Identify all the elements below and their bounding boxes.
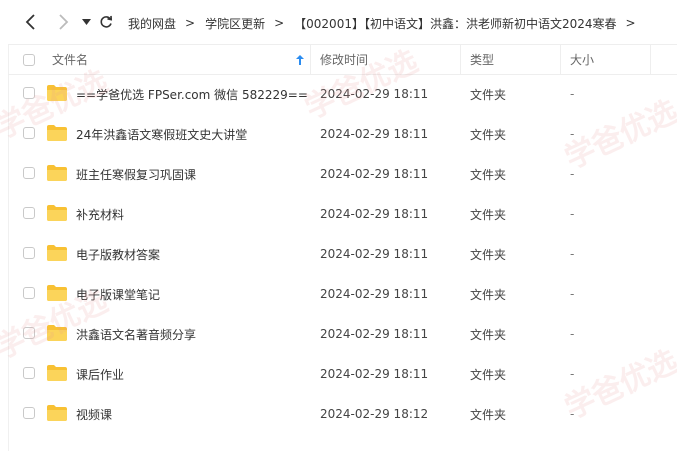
triangle-down-icon xyxy=(81,18,91,25)
row-checkbox[interactable] xyxy=(23,207,35,219)
history-dropdown-button[interactable] xyxy=(75,11,97,33)
file-row[interactable]: 洪鑫语文名著音频分享 2024-02-29 18:11 文件夹 - xyxy=(8,314,677,354)
file-type: 文件夹 xyxy=(470,327,507,342)
refresh-icon xyxy=(100,15,113,28)
breadcrumb: 我的网盘 > 学院区更新 > 【002001】【初中语文】洪鑫：洪老师新初中语文… xyxy=(128,13,646,33)
file-list-header: 文件名 修改时间 类型 大小 xyxy=(8,44,677,75)
refresh-button[interactable] xyxy=(95,11,117,33)
column-divider[interactable] xyxy=(310,45,311,74)
file-size: - xyxy=(570,167,575,181)
file-modified-time: 2024-02-29 18:11 xyxy=(320,167,429,181)
row-checkbox[interactable] xyxy=(23,287,35,299)
file-size: - xyxy=(570,287,575,301)
file-name[interactable]: ==学爸优选 FPSer.com 微信 582229== xyxy=(76,74,308,114)
folder-icon xyxy=(47,285,67,301)
folder-icon xyxy=(47,85,67,101)
file-type: 文件夹 xyxy=(470,167,507,182)
file-size: - xyxy=(570,127,575,141)
file-row[interactable]: 电子版课堂笔记 2024-02-29 18:11 文件夹 - xyxy=(8,274,677,314)
file-type: 文件夹 xyxy=(470,247,507,262)
file-modified-time: 2024-02-29 18:11 xyxy=(320,207,429,221)
folder-icon xyxy=(47,165,67,181)
column-divider[interactable] xyxy=(560,45,561,74)
folder-icon xyxy=(47,205,67,221)
file-modified-time: 2024-02-29 18:11 xyxy=(320,327,429,341)
file-size: - xyxy=(570,87,575,101)
file-name[interactable]: 补充材料 xyxy=(76,194,124,234)
column-header-modified[interactable]: 修改时间 xyxy=(320,45,368,74)
file-modified-time: 2024-02-29 18:11 xyxy=(320,127,429,141)
file-size: - xyxy=(570,327,575,341)
toolbar: 我的网盘 > 学院区更新 > 【002001】【初中语文】洪鑫：洪老师新初中语文… xyxy=(0,0,677,44)
file-type: 文件夹 xyxy=(470,367,507,382)
row-checkbox[interactable] xyxy=(23,247,35,259)
row-checkbox[interactable] xyxy=(23,87,35,99)
file-row[interactable]: 补充材料 2024-02-29 18:11 文件夹 - xyxy=(8,194,677,234)
file-size: - xyxy=(570,207,575,221)
file-type: 文件夹 xyxy=(470,127,507,142)
file-type: 文件夹 xyxy=(470,207,507,222)
column-divider[interactable] xyxy=(460,45,461,74)
folder-icon xyxy=(47,125,67,141)
folder-icon xyxy=(47,365,67,381)
file-row[interactable]: 课后作业 2024-02-29 18:11 文件夹 - xyxy=(8,354,677,394)
file-size: - xyxy=(570,367,575,381)
column-header-name[interactable]: 文件名 xyxy=(52,45,88,74)
file-modified-time: 2024-02-29 18:12 xyxy=(320,407,429,421)
folder-icon xyxy=(47,245,67,261)
file-modified-time: 2024-02-29 18:11 xyxy=(320,87,429,101)
row-checkbox[interactable] xyxy=(23,367,35,379)
file-list: ==学爸优选 FPSer.com 微信 582229== 2024-02-29 1… xyxy=(8,74,677,434)
breadcrumb-separator-icon: > xyxy=(185,16,196,30)
file-name[interactable]: 24年洪鑫语文寒假班文史大讲堂 xyxy=(76,114,247,154)
file-name[interactable]: 洪鑫语文名著音频分享 xyxy=(76,314,196,354)
folder-icon xyxy=(47,325,67,341)
file-name[interactable]: 电子版教材答案 xyxy=(76,234,160,274)
file-row[interactable]: 电子版教材答案 2024-02-29 18:11 文件夹 - xyxy=(8,234,677,274)
breadcrumb-item-my-drive[interactable]: 我的网盘 xyxy=(128,15,176,32)
file-name[interactable]: 课后作业 xyxy=(76,354,124,394)
file-name[interactable]: 视频课 xyxy=(76,394,112,434)
file-modified-time: 2024-02-29 18:11 xyxy=(320,247,429,261)
file-name[interactable]: 班主任寒假复习巩固课 xyxy=(76,154,196,194)
file-row[interactable]: 24年洪鑫语文寒假班文史大讲堂 2024-02-29 18:11 文件夹 - xyxy=(8,114,677,154)
breadcrumb-item-current-folder[interactable]: 【002001】【初中语文】洪鑫：洪老师新初中语文2024寒春 xyxy=(294,15,616,32)
chevron-right-icon xyxy=(59,14,69,30)
column-divider[interactable] xyxy=(650,45,651,74)
row-checkbox[interactable] xyxy=(23,327,35,339)
row-checkbox[interactable] xyxy=(23,127,35,139)
file-type: 文件夹 xyxy=(470,87,507,102)
file-row[interactable]: 视频课 2024-02-29 18:12 文件夹 - xyxy=(8,394,677,434)
file-type: 文件夹 xyxy=(470,287,507,302)
file-name[interactable]: 电子版课堂笔记 xyxy=(76,274,160,314)
select-all-checkbox[interactable] xyxy=(23,53,35,66)
file-size: - xyxy=(570,247,575,261)
file-size: - xyxy=(570,407,575,421)
column-header-size[interactable]: 大小 xyxy=(570,45,594,74)
forward-button[interactable] xyxy=(52,11,74,33)
folder-icon xyxy=(47,405,67,421)
back-button[interactable] xyxy=(20,11,42,33)
chevron-left-icon xyxy=(25,14,35,30)
file-modified-time: 2024-02-29 18:11 xyxy=(320,287,429,301)
sort-ascending-icon[interactable] xyxy=(296,45,304,74)
file-modified-time: 2024-02-29 18:11 xyxy=(320,367,429,381)
breadcrumb-separator-icon: > xyxy=(625,16,636,30)
row-checkbox[interactable] xyxy=(23,407,35,419)
file-row[interactable]: ==学爸优选 FPSer.com 微信 582229== 2024-02-29 1… xyxy=(8,74,677,114)
row-checkbox[interactable] xyxy=(23,167,35,179)
breadcrumb-item-academy-updates[interactable]: 学院区更新 xyxy=(205,15,265,32)
breadcrumb-separator-icon: > xyxy=(274,16,285,30)
file-type: 文件夹 xyxy=(470,407,507,422)
file-row[interactable]: 班主任寒假复习巩固课 2024-02-29 18:11 文件夹 - xyxy=(8,154,677,194)
column-header-type[interactable]: 类型 xyxy=(470,45,494,74)
